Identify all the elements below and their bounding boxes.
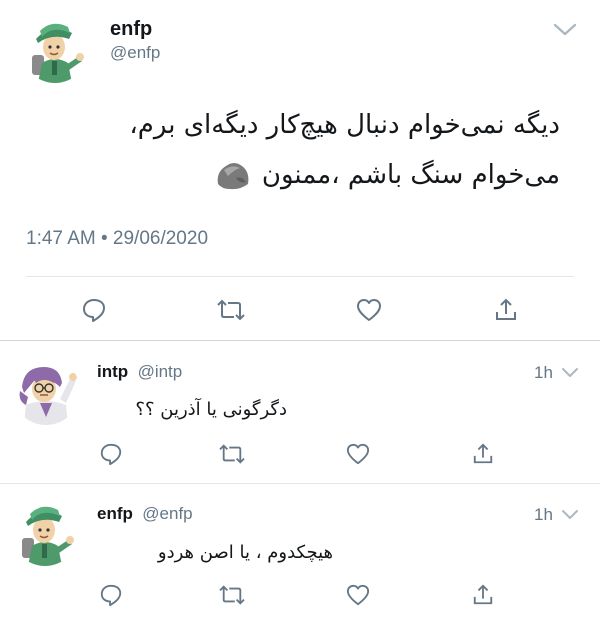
avatar-enfp[interactable] [12,500,78,566]
reply-time[interactable]: 1h [534,363,553,383]
tweet-text-line2: می‌خوام سنگ باشم ،ممنون [261,160,560,190]
author-handle[interactable]: @enfp [142,504,192,523]
share-icon[interactable] [470,582,496,608]
retweet-icon[interactable] [218,441,246,467]
chevron-down-icon[interactable] [560,367,580,379]
tweet-timestamp[interactable]: 1:47 AM • 29/06/2020 [26,228,208,250]
author-name[interactable]: enfp [97,504,133,523]
reply-header: intp @intp [97,362,182,382]
reply-header: enfp @enfp [97,504,193,524]
retweet-icon[interactable] [216,296,246,324]
reply-time[interactable]: 1h [534,505,553,525]
tweet-text-line2-row: می‌خوام سنگ باشم ،ممنون [20,157,560,193]
reply-text: هیچکدوم ، یا اصن هردو [157,542,333,563]
reply-icon[interactable] [98,582,124,608]
author-handle[interactable]: @enfp [110,43,160,63]
avatar-enfp-main[interactable] [22,17,88,83]
heart-icon[interactable] [344,582,372,608]
heart-icon[interactable] [344,441,372,467]
divider [0,340,600,341]
chevron-down-icon[interactable] [560,509,580,521]
share-icon[interactable] [492,296,520,324]
share-icon[interactable] [470,441,496,467]
retweet-icon[interactable] [218,582,246,608]
author-handle[interactable]: @intp [138,362,183,381]
reply-icon[interactable] [98,441,124,467]
reply-text: دگرگونی یا آذرین ؟؟ [135,399,287,420]
divider [26,276,574,277]
heart-icon[interactable] [354,296,384,324]
reply-icon[interactable] [80,296,108,324]
author-name[interactable]: intp [97,362,128,381]
author-name[interactable]: enfp [110,18,152,41]
tweet-text-line1: دیگه نمی‌خوام دنبال هیچ‌کار دیگه‌ای برم، [129,110,560,140]
avatar-intp[interactable] [12,357,80,425]
chevron-down-icon[interactable] [552,22,578,38]
divider [0,483,600,484]
rock-icon [217,163,249,190]
